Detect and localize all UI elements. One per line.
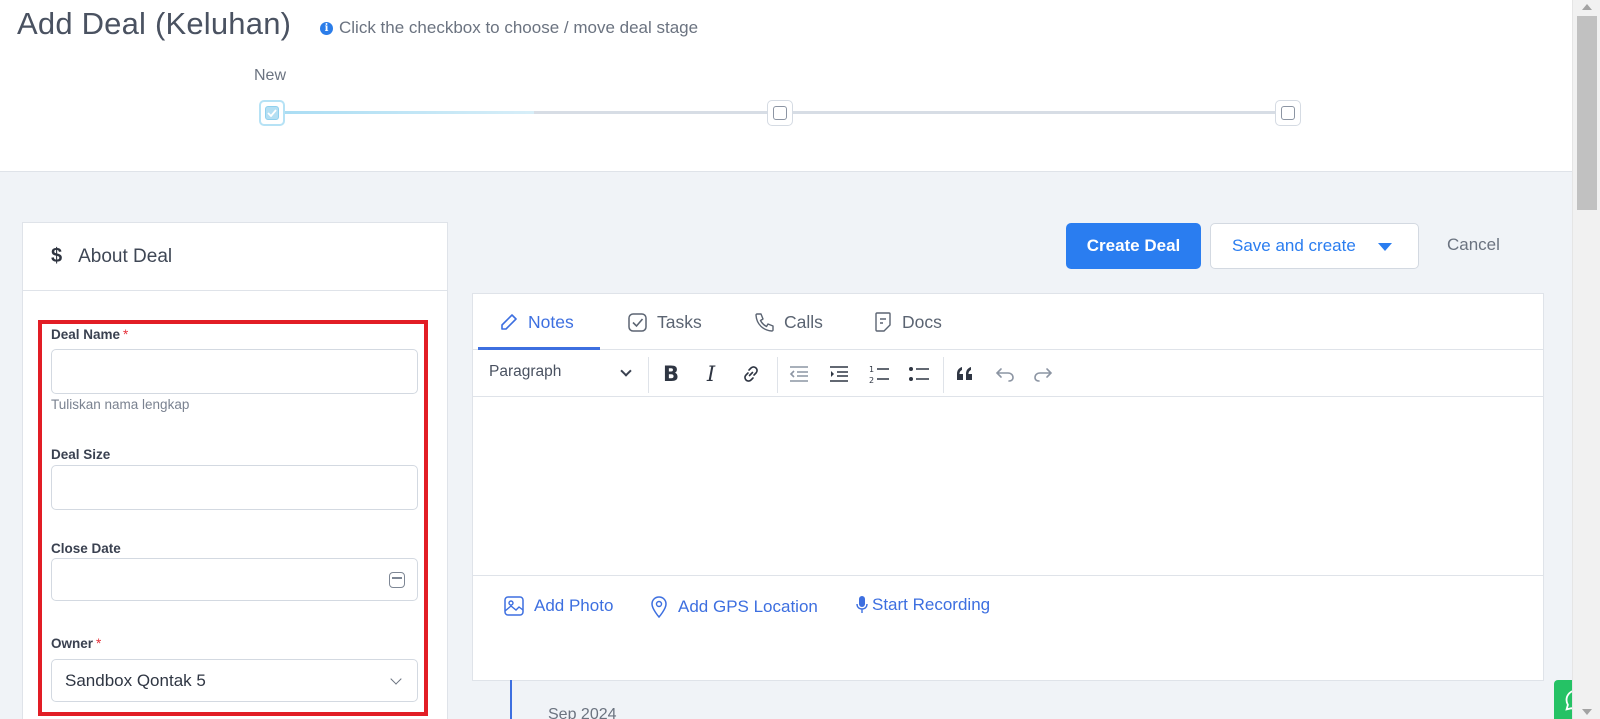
pencil-icon: [501, 314, 517, 330]
check-square-icon: [628, 312, 647, 332]
document-icon: [875, 312, 891, 332]
svg-text:2: 2: [869, 376, 874, 384]
tab-calls[interactable]: Calls: [753, 294, 823, 350]
toolbar-divider: [648, 357, 649, 393]
tab-tasks[interactable]: Tasks: [627, 294, 702, 350]
add-photo-button[interactable]: Add Photo: [503, 595, 613, 617]
scrollbar-thumb[interactable]: [1577, 16, 1597, 210]
about-deal-header: $ About Deal: [23, 223, 447, 291]
bold-icon[interactable]: B: [657, 360, 685, 388]
phone-icon: [755, 313, 774, 332]
timeline-date: Sep 2024: [548, 706, 617, 719]
tab-notes[interactable]: Notes: [499, 294, 574, 350]
deal-name-input[interactable]: [51, 349, 418, 394]
owner-selected-value: Sandbox Qontak 5: [65, 671, 206, 690]
info-icon: i: [320, 21, 333, 35]
scroll-up-icon[interactable]: [1582, 4, 1592, 10]
cancel-button[interactable]: Cancel: [1447, 235, 1500, 255]
close-date-input[interactable]: [51, 558, 418, 601]
stage-hint: i Click the checkbox to choose / move de…: [320, 18, 698, 38]
scroll-down-icon[interactable]: [1582, 709, 1592, 715]
timeline-line: [510, 680, 512, 719]
undo-icon[interactable]: [991, 360, 1019, 388]
stage-checkbox-3[interactable]: [1275, 100, 1301, 126]
deal-size-input[interactable]: [51, 465, 418, 510]
toolbar-divider: [777, 357, 778, 393]
calendar-icon[interactable]: [389, 572, 405, 588]
chevron-down-icon: [390, 673, 402, 685]
deal-name-help: Tuliskan nama lengkap: [51, 397, 190, 412]
tab-docs[interactable]: Docs: [873, 294, 942, 350]
page-scrollbar[interactable]: [1572, 0, 1600, 719]
chevron-down-icon[interactable]: [620, 365, 632, 377]
italic-icon[interactable]: I: [697, 360, 725, 388]
stage-checkbox-new[interactable]: [259, 100, 285, 126]
stage-checkbox-2[interactable]: [767, 100, 793, 126]
blockquote-icon[interactable]: [951, 360, 979, 388]
notes-editor[interactable]: [473, 398, 1543, 576]
stage-label-new: New: [254, 67, 287, 84]
stage-hint-text: Click the checkbox to choose / move deal…: [339, 18, 699, 37]
location-pin-icon: [651, 596, 667, 619]
indent-icon[interactable]: [825, 360, 853, 388]
numbered-list-icon[interactable]: 12: [865, 360, 893, 388]
owner-select[interactable]: Sandbox Qontak 5: [51, 659, 418, 702]
activity-tabs: Notes Tasks Calls Docs: [473, 294, 1543, 350]
link-icon[interactable]: [737, 360, 765, 388]
create-deal-button[interactable]: Create Deal: [1066, 223, 1201, 269]
start-recording-button[interactable]: Start Recording: [856, 595, 990, 615]
caret-down-icon[interactable]: [1378, 243, 1392, 251]
save-and-create-button[interactable]: Save and create: [1210, 223, 1419, 269]
image-icon: [504, 596, 524, 616]
page-title: Add Deal (Keluhan): [17, 6, 292, 41]
active-tab-indicator: [478, 347, 600, 350]
outdent-icon[interactable]: [785, 360, 813, 388]
dollar-icon: $: [51, 245, 63, 267]
about-deal-title: About Deal: [78, 245, 173, 267]
paragraph-select[interactable]: Paragraph: [489, 363, 561, 381]
editor-toolbar: Paragraph B I 12: [473, 351, 1543, 397]
redo-icon[interactable]: [1029, 360, 1057, 388]
microphone-icon: [856, 596, 868, 613]
add-gps-location-button[interactable]: Add GPS Location: [649, 595, 818, 619]
bulleted-list-icon[interactable]: [905, 360, 933, 388]
deal-name-label: Deal Name *: [51, 327, 129, 342]
close-date-label: Close Date: [51, 541, 121, 556]
deal-size-label: Deal Size: [51, 447, 111, 462]
activity-editor-card: Notes Tasks Calls Docs Paragraph B I 1 2…: [472, 293, 1544, 681]
page-header: Add Deal (Keluhan) i Click the checkbox …: [0, 0, 1572, 172]
owner-label: Owner *: [51, 636, 102, 651]
save-and-create-label: Save and create: [1232, 236, 1356, 255]
svg-text:1: 1: [869, 365, 874, 374]
toolbar-divider: [943, 357, 944, 393]
